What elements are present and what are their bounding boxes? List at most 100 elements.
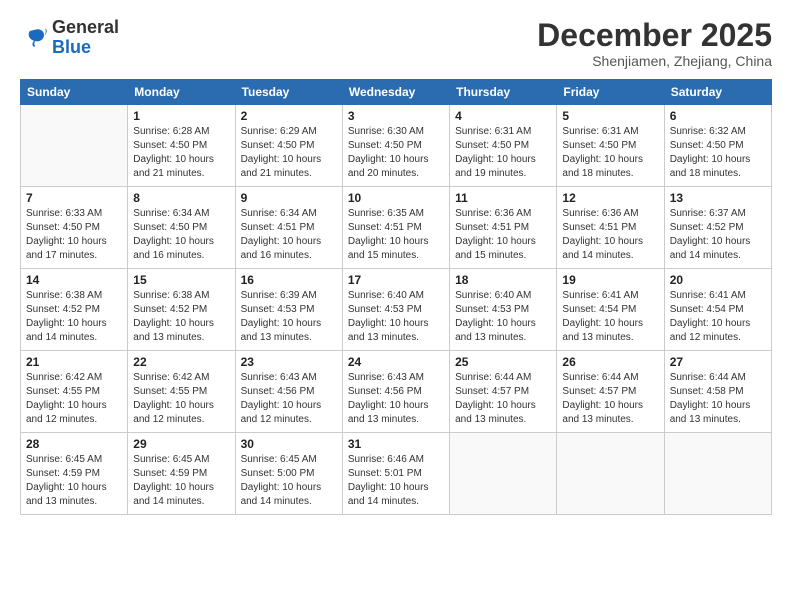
- cell-date-number: 11: [455, 191, 551, 205]
- table-row: 15 Sunrise: 6:38 AMSunset: 4:52 PMDayligh…: [128, 269, 235, 351]
- logo-general-text: General: [52, 18, 119, 38]
- cell-info-text: Sunrise: 6:40 AMSunset: 4:53 PMDaylight:…: [455, 289, 551, 345]
- cell-info-text: Sunrise: 6:38 AMSunset: 4:52 PMDaylight:…: [26, 289, 122, 345]
- table-row: 27 Sunrise: 6:44 AMSunset: 4:58 PMDayligh…: [664, 351, 771, 433]
- cell-date-number: 24: [348, 355, 444, 369]
- col-tuesday: Tuesday: [235, 80, 342, 105]
- cell-info-text: Sunrise: 6:46 AMSunset: 5:01 PMDaylight:…: [348, 453, 444, 509]
- cell-info-text: Sunrise: 6:38 AMSunset: 4:52 PMDaylight:…: [133, 289, 229, 345]
- cell-info-text: Sunrise: 6:45 AMSunset: 4:59 PMDaylight:…: [133, 453, 229, 509]
- table-row: 23 Sunrise: 6:43 AMSunset: 4:56 PMDayligh…: [235, 351, 342, 433]
- table-row: 10 Sunrise: 6:35 AMSunset: 4:51 PMDayligh…: [342, 187, 449, 269]
- cell-date-number: 20: [670, 273, 766, 287]
- table-row: [450, 433, 557, 515]
- table-row: 12Sunrise: 6:36 AMSunset: 4:51 PMDayligh…: [557, 187, 664, 269]
- col-thursday: Thursday: [450, 80, 557, 105]
- table-row: 17Sunrise: 6:40 AMSunset: 4:53 PMDayligh…: [342, 269, 449, 351]
- cell-info-text: Sunrise: 6:45 AMSunset: 4:59 PMDaylight:…: [26, 453, 122, 509]
- cell-date-number: 18: [455, 273, 551, 287]
- table-row: 24 Sunrise: 6:43 AMSunset: 4:56 PMDayligh…: [342, 351, 449, 433]
- cell-date-number: 13: [670, 191, 766, 205]
- table-row: [21, 105, 128, 187]
- table-row: 28 Sunrise: 6:45 AMSunset: 4:59 PMDayligh…: [21, 433, 128, 515]
- cell-date-number: 21: [26, 355, 122, 369]
- col-saturday: Saturday: [664, 80, 771, 105]
- table-row: 9 Sunrise: 6:34 AMSunset: 4:51 PMDaylight…: [235, 187, 342, 269]
- table-row: 7 Sunrise: 6:33 AMSunset: 4:50 PMDaylight…: [21, 187, 128, 269]
- table-row: 14 Sunrise: 6:38 AMSunset: 4:52 PMDayligh…: [21, 269, 128, 351]
- cell-info-text: Sunrise: 6:43 AMSunset: 4:56 PMDaylight:…: [348, 371, 444, 427]
- cell-info-text: Sunrise: 6:33 AMSunset: 4:50 PMDaylight:…: [26, 207, 122, 263]
- cell-info-text: Sunrise: 6:37 AMSunset: 4:52 PMDaylight:…: [670, 207, 766, 263]
- cell-date-number: 10: [348, 191, 444, 205]
- cell-info-text: Sunrise: 6:28 AMSunset: 4:50 PMDaylight:…: [133, 125, 229, 181]
- cell-info-text: Sunrise: 6:34 AMSunset: 4:51 PMDaylight:…: [241, 207, 337, 263]
- cell-info-text: Sunrise: 6:39 AMSunset: 4:53 PMDaylight:…: [241, 289, 337, 345]
- cell-date-number: 4: [455, 109, 551, 123]
- col-wednesday: Wednesday: [342, 80, 449, 105]
- cell-info-text: Sunrise: 6:43 AMSunset: 4:56 PMDaylight:…: [241, 371, 337, 427]
- title-block: December 2025 Shenjiamen, Zhejiang, Chin…: [537, 18, 772, 69]
- table-row: 4 Sunrise: 6:31 AMSunset: 4:50 PMDaylight…: [450, 105, 557, 187]
- cell-info-text: Sunrise: 6:44 AMSunset: 4:57 PMDaylight:…: [562, 371, 658, 427]
- cell-date-number: 28: [26, 437, 122, 451]
- cell-date-number: 31: [348, 437, 444, 451]
- table-row: 16Sunrise: 6:39 AMSunset: 4:53 PMDayligh…: [235, 269, 342, 351]
- cell-info-text: Sunrise: 6:41 AMSunset: 4:54 PMDaylight:…: [670, 289, 766, 345]
- cell-date-number: 14: [26, 273, 122, 287]
- table-row: 26Sunrise: 6:44 AMSunset: 4:57 PMDayligh…: [557, 351, 664, 433]
- logo: General Blue: [20, 18, 119, 58]
- cell-info-text: Sunrise: 6:29 AMSunset: 4:50 PMDaylight:…: [241, 125, 337, 181]
- table-row: 29 Sunrise: 6:45 AMSunset: 4:59 PMDayligh…: [128, 433, 235, 515]
- table-row: 22 Sunrise: 6:42 AMSunset: 4:55 PMDayligh…: [128, 351, 235, 433]
- calendar-header-row: Sunday Monday Tuesday Wednesday Thursday…: [21, 80, 772, 105]
- cell-date-number: 7: [26, 191, 122, 205]
- location-subtitle: Shenjiamen, Zhejiang, China: [537, 53, 772, 69]
- cell-date-number: 29: [133, 437, 229, 451]
- cell-date-number: 3: [348, 109, 444, 123]
- table-row: 1 Sunrise: 6:28 AMSunset: 4:50 PMDaylight…: [128, 105, 235, 187]
- table-row: 25Sunrise: 6:44 AMSunset: 4:57 PMDayligh…: [450, 351, 557, 433]
- cell-info-text: Sunrise: 6:42 AMSunset: 4:55 PMDaylight:…: [133, 371, 229, 427]
- col-sunday: Sunday: [21, 80, 128, 105]
- table-row: 3 Sunrise: 6:30 AMSunset: 4:50 PMDaylight…: [342, 105, 449, 187]
- logo-blue-text: Blue: [52, 38, 119, 58]
- cell-date-number: 27: [670, 355, 766, 369]
- month-title: December 2025: [537, 18, 772, 53]
- cell-date-number: 5: [562, 109, 658, 123]
- table-row: 11 Sunrise: 6:36 AMSunset: 4:51 PMDayligh…: [450, 187, 557, 269]
- table-row: 6 Sunrise: 6:32 AMSunset: 4:50 PMDaylight…: [664, 105, 771, 187]
- calendar-table: Sunday Monday Tuesday Wednesday Thursday…: [20, 79, 772, 515]
- cell-date-number: 17: [348, 273, 444, 287]
- cell-date-number: 1: [133, 109, 229, 123]
- table-row: 19 Sunrise: 6:41 AMSunset: 4:54 PMDayligh…: [557, 269, 664, 351]
- cell-date-number: 22: [133, 355, 229, 369]
- col-friday: Friday: [557, 80, 664, 105]
- cell-info-text: Sunrise: 6:31 AMSunset: 4:50 PMDaylight:…: [455, 125, 551, 181]
- table-row: 8 Sunrise: 6:34 AMSunset: 4:50 PMDaylight…: [128, 187, 235, 269]
- cell-info-text: Sunrise: 6:35 AMSunset: 4:51 PMDaylight:…: [348, 207, 444, 263]
- cell-info-text: Sunrise: 6:42 AMSunset: 4:55 PMDaylight:…: [26, 371, 122, 427]
- cell-info-text: Sunrise: 6:30 AMSunset: 4:50 PMDaylight:…: [348, 125, 444, 181]
- col-monday: Monday: [128, 80, 235, 105]
- cell-info-text: Sunrise: 6:41 AMSunset: 4:54 PMDaylight:…: [562, 289, 658, 345]
- cell-date-number: 8: [133, 191, 229, 205]
- cell-info-text: Sunrise: 6:44 AMSunset: 4:58 PMDaylight:…: [670, 371, 766, 427]
- cell-date-number: 19: [562, 273, 658, 287]
- cell-info-text: Sunrise: 6:31 AMSunset: 4:50 PMDaylight:…: [562, 125, 658, 181]
- cell-date-number: 23: [241, 355, 337, 369]
- cell-date-number: 6: [670, 109, 766, 123]
- table-row: 20 Sunrise: 6:41 AMSunset: 4:54 PMDayligh…: [664, 269, 771, 351]
- cell-info-text: Sunrise: 6:36 AMSunset: 4:51 PMDaylight:…: [455, 207, 551, 263]
- table-row: 13 Sunrise: 6:37 AMSunset: 4:52 PMDayligh…: [664, 187, 771, 269]
- table-row: 18 Sunrise: 6:40 AMSunset: 4:53 PMDayligh…: [450, 269, 557, 351]
- cell-date-number: 12: [562, 191, 658, 205]
- cell-date-number: 15: [133, 273, 229, 287]
- table-row: 5 Sunrise: 6:31 AMSunset: 4:50 PMDaylight…: [557, 105, 664, 187]
- cell-info-text: Sunrise: 6:44 AMSunset: 4:57 PMDaylight:…: [455, 371, 551, 427]
- cell-info-text: Sunrise: 6:34 AMSunset: 4:50 PMDaylight:…: [133, 207, 229, 263]
- cell-date-number: 9: [241, 191, 337, 205]
- cell-info-text: Sunrise: 6:32 AMSunset: 4:50 PMDaylight:…: [670, 125, 766, 181]
- table-row: 21 Sunrise: 6:42 AMSunset: 4:55 PMDayligh…: [21, 351, 128, 433]
- cell-date-number: 30: [241, 437, 337, 451]
